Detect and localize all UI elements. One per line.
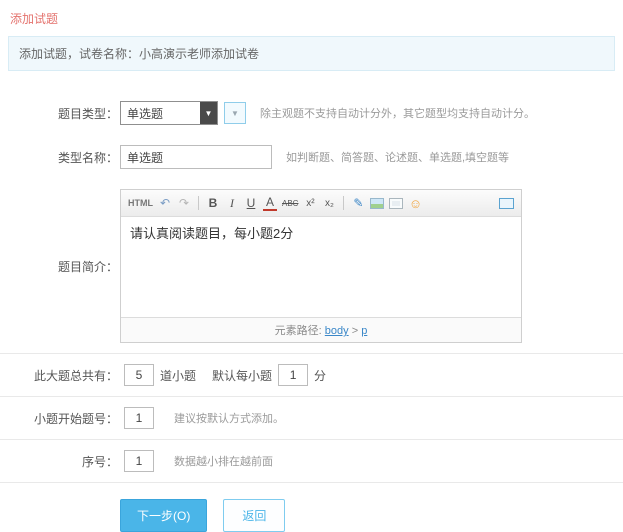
back-button[interactable]: 返回	[223, 499, 286, 532]
redo-icon[interactable]: ↷	[177, 194, 191, 212]
select-arrow-icon: ▼	[200, 102, 217, 124]
type-name-input[interactable]	[120, 145, 272, 169]
bold-icon[interactable]: B	[206, 194, 220, 212]
sequence-label: 序号：	[81, 454, 118, 469]
undo-icon[interactable]: ↶	[158, 194, 172, 212]
question-type-hint: 除主观题不支持自动计分外，其它题型均支持自动计分。	[260, 108, 535, 120]
subquestion-count-input[interactable]	[124, 364, 154, 386]
form-actions: 下一步(O) 返回	[0, 483, 623, 532]
total-subquestions-row: 此大题总共有： 道小题 默认每小题 分	[0, 353, 623, 396]
start-number-hint: 建议按默认方式添加。	[174, 413, 284, 425]
question-type-dropdown-button[interactable]: ▼	[224, 102, 246, 124]
page: 添加试题 添加试题，试卷名称：小高演示老师添加试卷 题目类型： 单选题 ▼ ▼ …	[0, 0, 623, 532]
chevron-down-icon: ▼	[231, 108, 239, 118]
toolbar-separator	[198, 196, 199, 210]
add-question-form: 题目类型： 单选题 ▼ ▼ 除主观题不支持自动计分外，其它题型均支持自动计分。 …	[0, 91, 623, 532]
default-score-label: 默认每小题	[212, 368, 273, 383]
element-path-label: 元素路径:	[274, 325, 325, 337]
strikethrough-icon[interactable]: ABC	[282, 194, 298, 212]
start-number-row: 小题开始题号： 建议按默认方式添加。	[0, 396, 623, 439]
sequence-input[interactable]	[124, 450, 154, 472]
rich-text-editor: HTML ↶ ↷ B I U A ABC x² x₂ ✎ ☺ 请认真阅读题目，每…	[120, 189, 522, 343]
page-title: 添加试题	[10, 12, 59, 26]
question-type-row: 题目类型： 单选题 ▼ ▼ 除主观题不支持自动计分外，其它题型均支持自动计分。	[0, 91, 623, 135]
default-score-unit: 分	[314, 368, 327, 383]
emoticon-icon[interactable]: ☺	[408, 194, 422, 212]
question-type-select[interactable]: 单选题 ▼	[120, 101, 218, 125]
fullscreen-icon[interactable]	[499, 197, 514, 209]
intro-editor-content[interactable]: 请认真阅读题目，每小题2分	[121, 217, 521, 317]
start-number-label: 小题开始题号：	[33, 411, 118, 426]
toolbar-separator	[343, 196, 345, 210]
sequence-hint: 数据越小排在越前面	[174, 456, 273, 468]
question-type-label: 题目类型：	[57, 106, 118, 121]
subscript-icon[interactable]: x₂	[322, 194, 336, 212]
info-bar: 添加试题，试卷名称：小高演示老师添加试卷	[8, 36, 615, 71]
default-score-input[interactable]	[278, 364, 309, 386]
type-name-row: 类型名称： 如判断题、简答题、论述题、单选题,填空题等	[0, 135, 623, 179]
insert-image-icon[interactable]	[370, 197, 385, 209]
font-color-icon[interactable]: A	[263, 195, 277, 211]
element-path-p-link[interactable]: p	[361, 325, 367, 337]
type-name-hint: 如判断题、简答题、论述题、单选题,填空题等	[286, 152, 510, 164]
sequence-row: 序号： 数据越小排在越前面	[0, 439, 623, 483]
type-name-label: 类型名称：	[57, 150, 118, 165]
underline-icon[interactable]: U	[244, 194, 258, 212]
screenshot-icon[interactable]	[389, 197, 404, 209]
start-number-input[interactable]	[124, 407, 154, 429]
element-path-body-link[interactable]: body	[325, 325, 349, 337]
remove-format-icon[interactable]: ✎	[351, 194, 365, 212]
intro-label: 题目简介：	[57, 259, 118, 274]
editor-toolbar: HTML ↶ ↷ B I U A ABC x² x₂ ✎ ☺	[121, 190, 521, 217]
question-type-selected-value: 单选题	[127, 106, 164, 121]
next-step-button[interactable]: 下一步(O)	[120, 499, 208, 532]
editor-status-bar: 元素路径: body > p	[121, 317, 521, 342]
subquestion-count-unit: 道小题	[160, 368, 197, 383]
element-path-separator: >	[348, 325, 362, 337]
italic-icon[interactable]: I	[225, 194, 239, 212]
superscript-icon[interactable]: x²	[303, 194, 317, 212]
total-subquestions-label: 此大题总共有：	[33, 368, 118, 383]
intro-row: 题目简介： HTML ↶ ↷ B I U A ABC x² x₂ ✎ ☺ 请认真…	[0, 179, 623, 353]
html-source-icon[interactable]: HTML	[128, 194, 153, 212]
